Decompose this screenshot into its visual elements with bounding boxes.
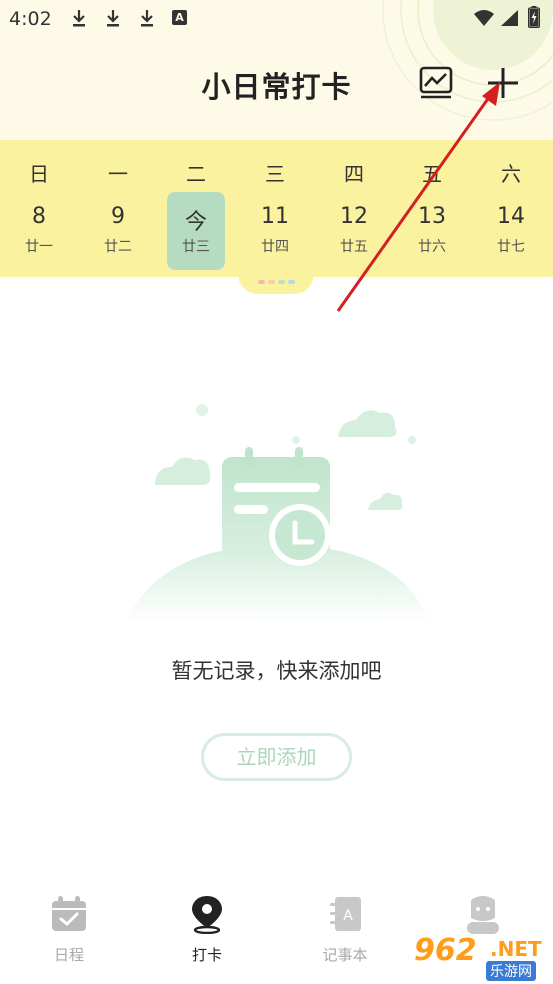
signal-icon	[501, 10, 518, 26]
nav-label: 打卡	[191, 946, 222, 964]
weekday-name: 二	[186, 162, 206, 186]
day-number: 8	[32, 204, 46, 229]
download-icon	[73, 10, 85, 27]
nav-label: 记事本	[322, 946, 368, 964]
page-title: 小日常打卡	[201, 70, 352, 104]
lunar-date: 廿一	[25, 239, 53, 255]
lunar-date: 廿六	[418, 239, 446, 255]
nav-item-notebook[interactable]: A 记事本	[276, 890, 414, 970]
day-number: 12	[340, 204, 368, 229]
calendar-check-icon	[52, 896, 86, 931]
status-time: 4:02	[9, 8, 52, 30]
add-icon[interactable]	[483, 64, 523, 104]
svg-text:A: A	[343, 908, 353, 924]
weekday-name: 三	[265, 162, 285, 186]
lunar-date: 廿四	[261, 239, 289, 255]
week-day-mon[interactable]: 一 9 廿二	[89, 140, 147, 277]
wifi-icon	[474, 10, 494, 26]
watermark-site: 乐游网	[486, 961, 536, 981]
day-number: 今	[184, 210, 207, 235]
font-icon: A	[172, 10, 187, 25]
week-day-sun[interactable]: 日 8 廿一	[10, 140, 68, 277]
lunar-date: 廿二	[104, 239, 132, 255]
battery-icon	[528, 6, 540, 28]
calendar-expand-handle[interactable]	[238, 268, 314, 294]
watermark-number: 962	[414, 933, 477, 968]
map-pin-icon	[192, 896, 222, 934]
stats-chart-icon[interactable]	[418, 64, 454, 100]
lunar-date: 廿七	[497, 239, 525, 255]
weekday-name: 四	[344, 162, 364, 186]
handle-dot	[258, 280, 265, 284]
site-watermark: 962 .NET 乐游网	[414, 933, 549, 981]
week-day-fri[interactable]: 五 13 廿六	[403, 140, 461, 277]
notebook-icon: A	[330, 897, 361, 931]
day-number: 9	[111, 204, 125, 229]
day-number: 14	[497, 204, 525, 229]
empty-state-message: 暂无记录，快来添加吧	[171, 659, 382, 683]
week-day-sat[interactable]: 六 14 廿七	[482, 140, 540, 277]
weekday-name: 五	[422, 162, 442, 186]
download-icon	[107, 10, 119, 27]
nav-label: 日程	[53, 946, 84, 964]
empty-calendar-illustration	[125, 404, 430, 623]
handle-dot	[288, 280, 295, 284]
handle-dot	[268, 280, 275, 284]
watermark-suffix: .NET	[490, 937, 542, 961]
weekday-name: 六	[501, 162, 521, 186]
nav-item-checkin[interactable]: 打卡	[138, 890, 276, 970]
week-calendar: 日 8 廿一 一 9 廿二 二 今 廿三 三 11 廿四 四 12 廿五 五 1…	[0, 140, 553, 277]
week-day-thu[interactable]: 四 12 廿五	[325, 140, 383, 277]
day-number: 11	[261, 204, 289, 229]
weekday-name: 一	[108, 162, 128, 186]
download-icon	[141, 10, 153, 27]
weekday-name: 日	[29, 162, 49, 186]
nav-item-schedule[interactable]: 日程	[0, 890, 138, 970]
profile-icon	[467, 896, 499, 934]
lunar-date: 廿三	[182, 239, 210, 255]
week-day-wed[interactable]: 三 11 廿四	[246, 140, 304, 277]
handle-dot	[278, 280, 285, 284]
status-bar: 4:02 A	[0, 0, 553, 38]
add-now-button[interactable]: 立即添加	[201, 733, 352, 781]
week-day-tue-today[interactable]: 二 今 廿三	[167, 140, 225, 277]
day-number: 13	[418, 204, 446, 229]
lunar-date: 廿五	[340, 239, 368, 255]
